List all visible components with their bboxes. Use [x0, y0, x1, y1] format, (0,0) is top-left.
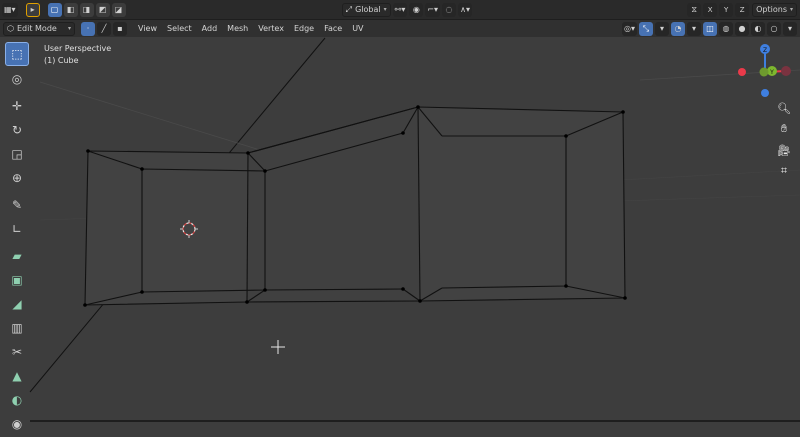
annotate-tool-icon[interactable]: ✎ [6, 194, 28, 216]
scale-tool-icon[interactable]: ◲ [6, 143, 28, 165]
knife-tool-icon[interactable]: ✂ [6, 341, 28, 363]
transform-tool-icon[interactable]: ⊕ [6, 167, 28, 189]
bevel-tool-icon[interactable]: ◢ [6, 293, 28, 315]
gizmo-neg-y-axis[interactable] [759, 67, 769, 77]
loop-cut-tool-icon[interactable]: ▥ [6, 317, 28, 339]
gizmo-neg-z-axis[interactable] [761, 89, 769, 97]
spin-tool-icon[interactable]: ◐ [6, 389, 28, 411]
select-box-tool-icon[interactable]: ⬚ [5, 42, 29, 66]
navigation-gizmo[interactable]: Z Y [738, 44, 791, 97]
view-name: User Perspective [44, 44, 112, 53]
poly-build-tool-icon[interactable]: ▲ [6, 365, 28, 387]
inset-tool-icon[interactable]: ▣ [6, 269, 28, 291]
zoom-icon[interactable]: 🔍︎ [776, 100, 792, 116]
object-name: (1) Cube [44, 56, 79, 65]
grid-line [39, 81, 261, 151]
perspective-grid-icon[interactable]: ⌗ [776, 163, 792, 179]
mouse-crosshair-icon [271, 340, 285, 354]
cursor-tool-icon[interactable]: ◎ [6, 68, 28, 90]
rotate-tool-icon[interactable]: ↻ [6, 119, 28, 141]
measure-tool-icon[interactable]: ∟ [6, 218, 28, 240]
left-toolbar: ⬚ ◎ ✛ ↻ ◲ ⊕ ✎ ∟ ▰ ▣ ◢ ▥ ✂ ▲ ◐ ◉ [4, 42, 30, 437]
mesh-face[interactable] [85, 151, 248, 305]
navigation-tools: 🔍︎ ✋︎ 🎥︎ ⌗ [776, 100, 792, 184]
pan-hand-icon[interactable]: ✋︎ [776, 121, 792, 137]
move-tool-icon[interactable]: ✛ [6, 95, 28, 117]
gizmo-z-label: Z [763, 47, 767, 54]
3d-viewport[interactable]: Z Y [0, 0, 800, 427]
extrude-tool-icon[interactable]: ▰ [6, 245, 28, 267]
gizmo-x-axis[interactable] [738, 68, 746, 76]
mesh-face[interactable] [247, 107, 420, 302]
gizmo-y-label: Y [769, 69, 774, 76]
camera-view-icon[interactable]: 🎥︎ [776, 142, 792, 158]
viewport-info: User Perspective (1) Cube [44, 43, 111, 67]
smooth-tool-icon[interactable]: ◉ [6, 413, 28, 435]
gizmo-neg-x-axis[interactable] [781, 66, 791, 76]
